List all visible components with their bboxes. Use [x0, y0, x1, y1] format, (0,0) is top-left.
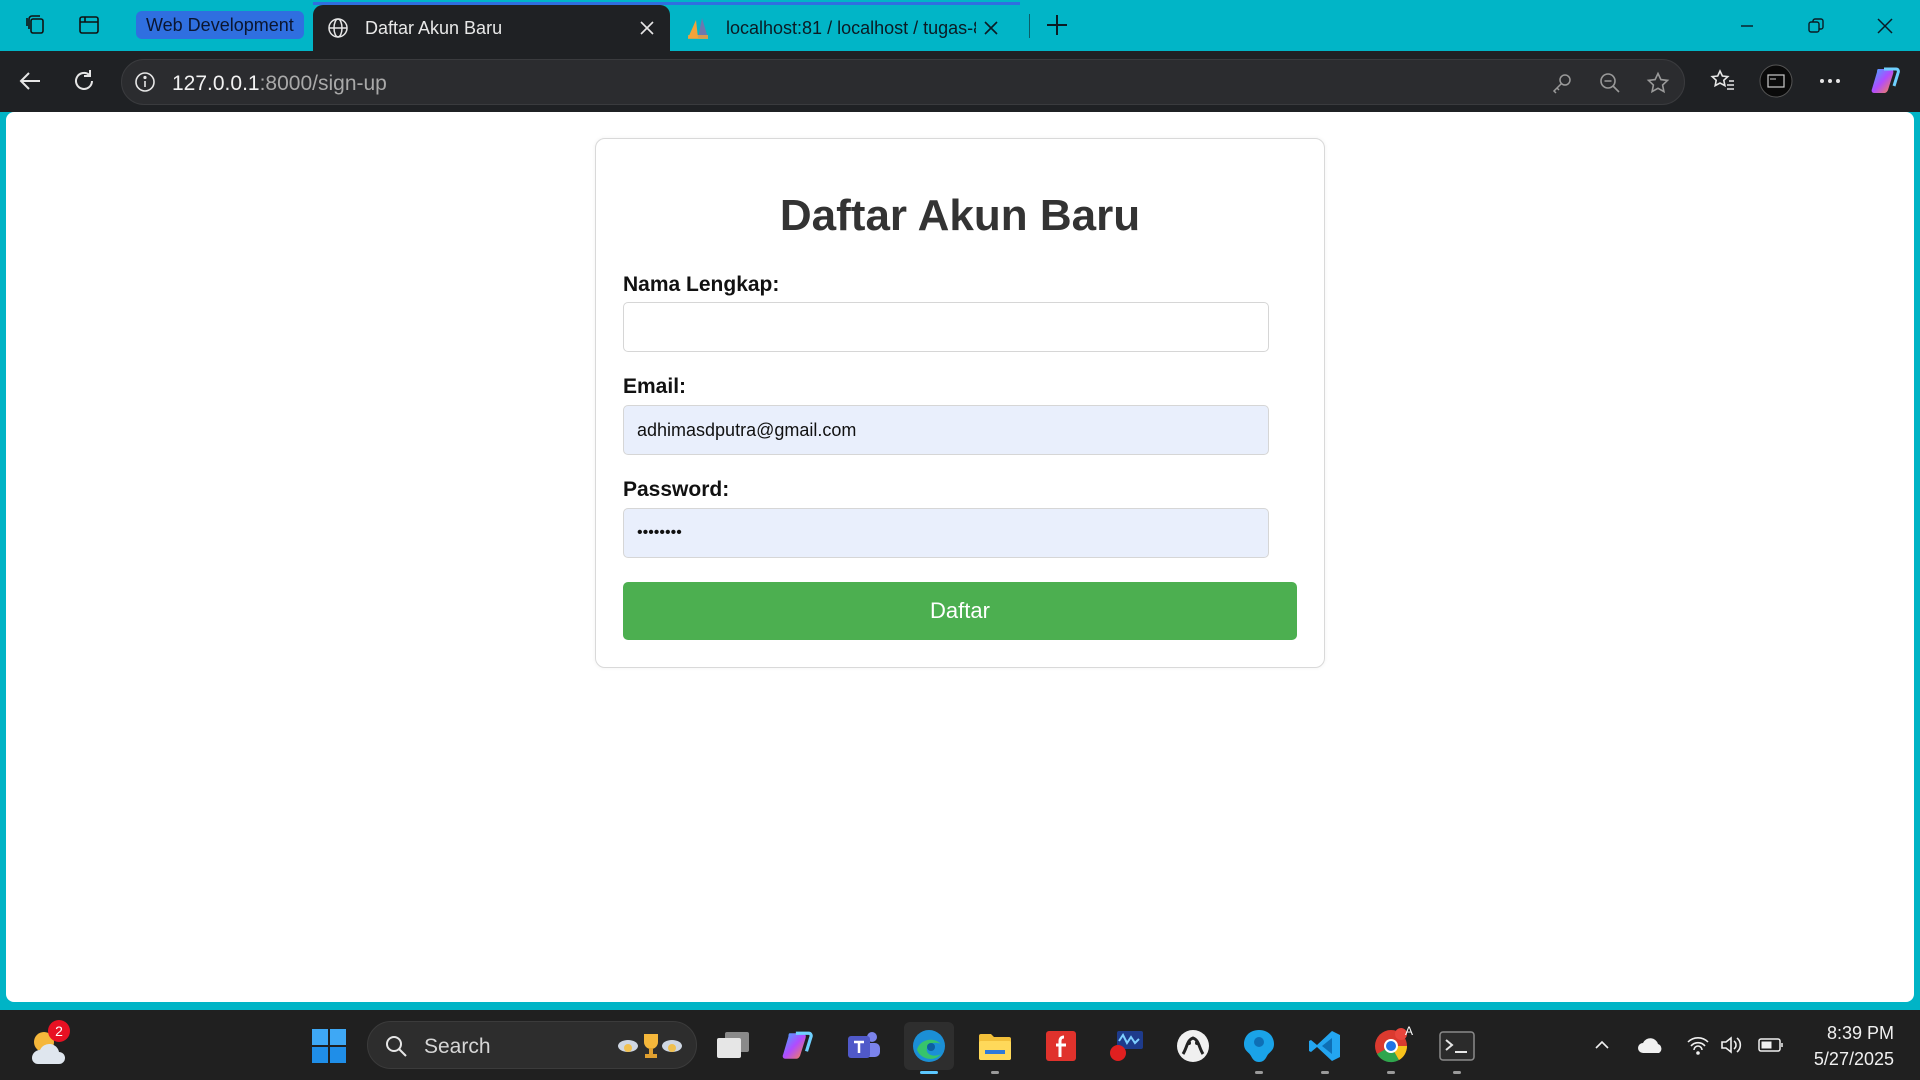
vscode-icon[interactable]	[1300, 1022, 1350, 1074]
close-tab-icon[interactable]	[632, 13, 662, 43]
search-highlight-icon	[614, 1030, 684, 1062]
tab-sign-up[interactable]: Daftar Akun Baru	[313, 5, 670, 51]
profile-avatar[interactable]	[1756, 61, 1796, 101]
back-button[interactable]	[10, 61, 50, 101]
running-indicator	[1255, 1071, 1263, 1074]
terminal-icon[interactable]	[1432, 1022, 1482, 1074]
url-host: 127.0.0.1	[172, 72, 260, 95]
show-hidden-icons-icon[interactable]	[1587, 1030, 1617, 1060]
wifi-icon[interactable]	[1683, 1030, 1713, 1060]
close-window-button[interactable]	[1861, 6, 1909, 46]
copilot-taskbar-icon[interactable]	[773, 1022, 823, 1070]
url-path: :8000/sign-up	[259, 72, 387, 95]
key-icon[interactable]	[1548, 69, 1576, 97]
restore-button[interactable]	[1792, 6, 1840, 46]
file-explorer-icon[interactable]	[970, 1022, 1020, 1074]
tab-title: Daftar Akun Baru	[365, 17, 503, 38]
tab-strip: Web Development Daftar Akun Baru localho…	[0, 0, 1920, 51]
password-label: Password:	[623, 478, 730, 501]
minimize-button[interactable]	[1723, 6, 1771, 46]
more-options-icon[interactable]	[1810, 61, 1850, 101]
page-viewport: Daftar Akun Baru Nama Lengkap: Email: ad…	[6, 112, 1914, 1002]
running-indicator	[991, 1071, 999, 1074]
tab-title: localhost:81 / localhost / tugas-8	[726, 17, 976, 38]
password-input[interactable]: ••••••••	[623, 508, 1269, 558]
inkscape-icon[interactable]	[1168, 1022, 1218, 1070]
notification-badge: 2	[48, 1020, 70, 1042]
signup-card: Daftar Akun Baru Nama Lengkap: Email: ad…	[595, 138, 1325, 668]
favorite-star-icon[interactable]	[1644, 69, 1672, 97]
taskbar: 2 Search A 8:39 PM 5/27/2025	[0, 1010, 1920, 1080]
start-button[interactable]	[304, 1022, 354, 1070]
favorites-icon[interactable]	[1703, 61, 1743, 101]
globe-icon	[325, 15, 351, 41]
running-indicator	[1453, 1071, 1461, 1074]
url-text[interactable]: 127.0.0.1:8000/sign-up	[172, 72, 387, 96]
email-input[interactable]: adhimasdputra@gmail.com	[623, 405, 1269, 455]
volume-icon[interactable]	[1716, 1030, 1746, 1060]
chrome-profile-badge: A	[1404, 1024, 1413, 1038]
close-tab-icon[interactable]	[976, 13, 1006, 43]
app-blue-icon[interactable]	[1234, 1022, 1284, 1074]
running-indicator	[1321, 1071, 1329, 1074]
page-title: Daftar Akun Baru	[779, 191, 1141, 240]
submit-button[interactable]: Daftar	[623, 582, 1297, 640]
phpmyadmin-icon	[686, 15, 712, 41]
tab-actions-icon[interactable]	[74, 10, 104, 40]
taskbar-search[interactable]: Search	[367, 1021, 697, 1069]
system-clock[interactable]: 8:39 PM 5/27/2025	[1814, 1020, 1894, 1072]
edge-icon[interactable]	[904, 1022, 954, 1074]
onedrive-icon[interactable]	[1636, 1030, 1666, 1060]
task-view-icon[interactable]	[708, 1022, 758, 1070]
teams-icon[interactable]	[839, 1022, 889, 1070]
refresh-button[interactable]	[64, 61, 104, 101]
clock-time: 8:39 PM	[1826, 1023, 1894, 1043]
browser-toolbar: 127.0.0.1:8000/sign-up	[0, 51, 1920, 112]
site-info-icon[interactable]	[132, 69, 158, 95]
battery-icon[interactable]	[1756, 1030, 1786, 1060]
tab-phpmyadmin[interactable]: localhost:81 / localhost / tugas-8	[674, 5, 1014, 51]
active-indicator	[920, 1071, 938, 1074]
workspaces-icon[interactable]	[21, 10, 51, 40]
foxit-icon[interactable]	[1036, 1022, 1086, 1070]
address-bar[interactable]: 127.0.0.1:8000/sign-up	[121, 59, 1685, 105]
full-name-input[interactable]	[623, 302, 1269, 352]
search-icon	[382, 1032, 410, 1060]
xampp-monitor-icon[interactable]	[1102, 1022, 1152, 1070]
new-tab-button[interactable]	[1042, 10, 1072, 40]
running-indicator	[1387, 1071, 1395, 1074]
clock-date: 5/27/2025	[1813, 1049, 1894, 1069]
tab-separator	[1029, 14, 1030, 38]
tab-group-label[interactable]: Web Development	[136, 11, 304, 39]
email-label: Email:	[623, 375, 687, 398]
search-placeholder: Search	[424, 1035, 491, 1058]
copilot-icon[interactable]	[1866, 61, 1906, 101]
full-name-label: Nama Lengkap:	[623, 273, 780, 296]
zoom-out-icon[interactable]	[1596, 69, 1624, 97]
